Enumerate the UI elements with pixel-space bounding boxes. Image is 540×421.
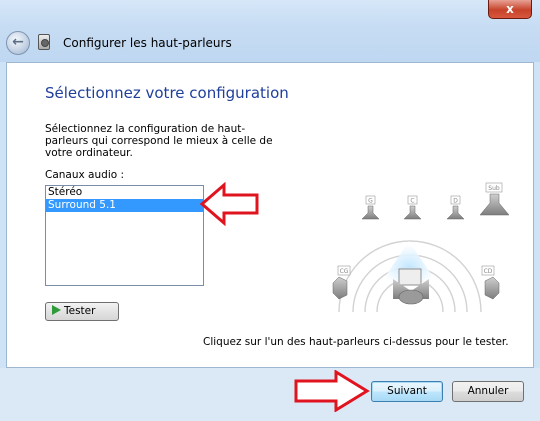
speaker-surround-left[interactable]: CG [332,265,351,300]
speaker-front-left[interactable]: G [361,195,380,220]
next-button[interactable]: Suivant [371,381,443,402]
back-arrow-icon: ← [12,34,24,50]
speaker-label-front-right: D [453,198,458,205]
audio-channels-label: Canaux audio : [45,169,125,181]
title-bar: x ← Configurer les haut-parleurs [0,0,540,62]
speaker-front-right[interactable]: D [446,195,465,220]
speaker-config-icon [38,34,50,50]
instructions-text: Sélectionnez la configuration de haut-pa… [45,123,273,159]
speaker-icon [446,205,465,220]
test-button[interactable]: Tester [45,302,119,321]
annotation-arrow-icon [294,370,370,412]
speaker-icon [361,205,380,220]
speaker-icon [332,276,348,300]
list-item-stereo[interactable]: Stéréo [46,186,203,199]
speaker-subwoofer[interactable]: Sub [479,182,510,216]
close-icon: x [506,2,514,16]
speaker-label-surround-left: CG [340,268,349,275]
play-icon [52,305,61,315]
speaker-surround-right[interactable]: CD [481,265,500,300]
cancel-button[interactable]: Annuler [452,381,524,402]
list-item-surround-5-1[interactable]: Surround 5.1 [46,199,203,212]
test-hint-text: Cliquez sur l'un des haut-parleurs ci-de… [203,336,509,348]
speaker-icon [484,276,500,300]
test-button-label: Tester [64,305,96,317]
speaker-label-subwoofer: Sub [488,185,500,192]
window-title: Configurer les haut-parleurs [63,36,232,50]
annotation-arrow-icon [200,182,259,226]
speaker-icon [403,205,422,220]
speaker-diagram: G C D Sub CG CD [332,182,510,313]
speaker-label-surround-right: CD [484,268,493,275]
speaker-label-center: C [410,198,414,205]
speaker-center[interactable]: C [403,195,422,220]
speaker-icon [479,193,510,216]
audio-channels-list[interactable]: Stéréo Surround 5.1 [45,185,204,286]
wizard-content: Sélectionnez votre configuration Sélecti… [6,62,534,368]
back-button[interactable]: ← [6,31,30,55]
close-button[interactable]: x [488,0,532,19]
speaker-label-front-left: G [368,198,373,205]
page-title: Sélectionnez votre configuration [45,84,289,102]
